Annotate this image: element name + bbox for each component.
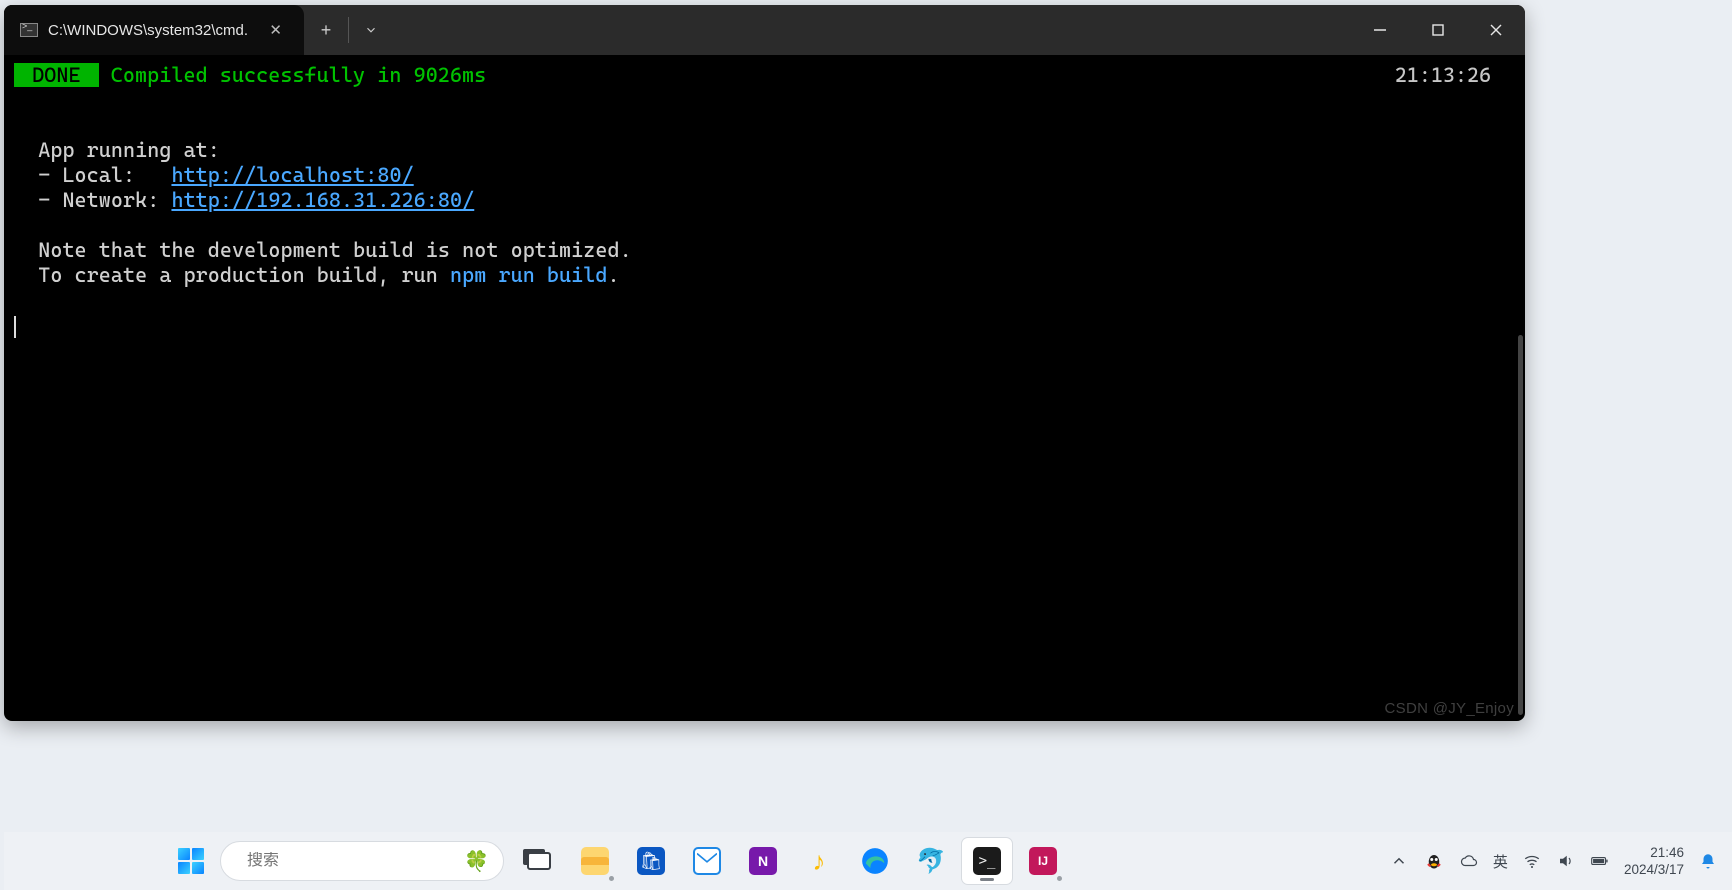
tray-overflow-button[interactable] bbox=[1389, 851, 1409, 871]
cmd-icon bbox=[20, 23, 38, 37]
notifications-button[interactable] bbox=[1698, 850, 1718, 872]
done-badge: DONE bbox=[14, 63, 99, 87]
dolphin-icon: 🐬 bbox=[917, 847, 945, 875]
speaker-icon bbox=[1557, 852, 1575, 870]
terminal-cursor bbox=[14, 316, 16, 338]
system-tray: 英 21:46 2024/3/17 bbox=[1389, 844, 1718, 878]
ime-indicator[interactable]: 英 bbox=[1493, 851, 1508, 872]
file-explorer-button[interactable] bbox=[570, 838, 620, 884]
minimize-icon bbox=[1373, 23, 1387, 37]
window-controls bbox=[1351, 5, 1525, 55]
build-timestamp: 21:13:26 bbox=[1395, 63, 1491, 87]
store-icon: 🛍 bbox=[637, 847, 665, 875]
taskbar-pinned-apps: 🛍 N ♪ 🐬 >_ IJ bbox=[514, 838, 1068, 884]
tab-title: C:\WINDOWS\system32\cmd. bbox=[48, 22, 251, 39]
qq-tray-icon[interactable] bbox=[1423, 850, 1445, 872]
close-icon bbox=[1489, 23, 1503, 37]
battery-icon bbox=[1591, 852, 1609, 870]
tab-close-button[interactable]: ✕ bbox=[261, 17, 290, 43]
new-tab-button[interactable]: + bbox=[304, 5, 348, 55]
volume-tray-icon[interactable] bbox=[1556, 851, 1576, 871]
taskbar: 🍀 🛍 N ♪ 🐬 >_ IJ 英 21:46 2024/3/17 bbox=[4, 832, 1732, 890]
onenote-button[interactable]: N bbox=[738, 838, 788, 884]
cloud-icon bbox=[1460, 852, 1478, 870]
maximize-icon bbox=[1431, 23, 1445, 37]
terminal-window: C:\WINDOWS\system32\cmd. ✕ + 21:13:26 DO… bbox=[4, 5, 1525, 721]
bell-icon bbox=[1699, 852, 1717, 870]
windows-logo-icon bbox=[178, 848, 204, 874]
note-line-1: Note that the development build is not o… bbox=[14, 238, 632, 262]
edge-icon bbox=[861, 847, 889, 875]
onedrive-tray-icon[interactable] bbox=[1459, 851, 1479, 871]
note-line-2-post: . bbox=[607, 263, 619, 287]
maximize-button[interactable] bbox=[1409, 5, 1467, 55]
dolphin-app-button[interactable]: 🐬 bbox=[906, 838, 956, 884]
music-icon: ♪ bbox=[805, 847, 833, 875]
mail-icon bbox=[693, 847, 721, 875]
clock-time: 21:46 bbox=[1624, 844, 1684, 861]
network-url-link[interactable]: http://192.168.31.226:80/ bbox=[171, 188, 474, 212]
music-app-button[interactable]: ♪ bbox=[794, 838, 844, 884]
intellij-icon: IJ bbox=[1029, 847, 1057, 875]
ms-store-button[interactable]: 🛍 bbox=[626, 838, 676, 884]
intellij-button[interactable]: IJ bbox=[1018, 838, 1068, 884]
edge-button[interactable] bbox=[850, 838, 900, 884]
titlebar: C:\WINDOWS\system32\cmd. ✕ + bbox=[4, 5, 1525, 55]
chevron-up-icon bbox=[1390, 852, 1408, 870]
minimize-button[interactable] bbox=[1351, 5, 1409, 55]
terminal-output[interactable]: DONE Compiled successfully in 9026ms App… bbox=[4, 55, 1525, 346]
wifi-tray-icon[interactable] bbox=[1522, 851, 1542, 871]
local-label: - Local: bbox=[14, 163, 171, 187]
wifi-icon bbox=[1523, 852, 1541, 870]
tab-active[interactable]: C:\WINDOWS\system32\cmd. ✕ bbox=[4, 5, 304, 55]
terminal-taskbar-button[interactable]: >_ bbox=[962, 838, 1012, 884]
terminal-icon: >_ bbox=[973, 847, 1001, 875]
taskbar-search[interactable]: 🍀 bbox=[220, 841, 504, 881]
tab-dropdown-button[interactable] bbox=[349, 5, 393, 55]
task-view-icon bbox=[527, 852, 551, 870]
app-running-line: App running at: bbox=[14, 138, 220, 162]
scrollbar[interactable] bbox=[1518, 335, 1523, 715]
battery-tray-icon[interactable] bbox=[1590, 851, 1610, 871]
mail-button[interactable] bbox=[682, 838, 732, 884]
search-decoration-icon: 🍀 bbox=[464, 849, 489, 874]
compiled-msg: Compiled successfully in 9026ms bbox=[99, 63, 487, 87]
onenote-icon: N bbox=[749, 847, 777, 875]
local-url-link[interactable]: http://localhost:80/ bbox=[171, 163, 413, 187]
note-line-2-pre: To create a production build, run bbox=[14, 263, 450, 287]
search-input[interactable] bbox=[247, 852, 454, 870]
clock-date: 2024/3/17 bbox=[1624, 861, 1684, 878]
network-label: - Network: bbox=[14, 188, 171, 212]
close-window-button[interactable] bbox=[1467, 5, 1525, 55]
chevron-down-icon bbox=[364, 23, 378, 37]
npm-run-build-cmd: npm run build bbox=[450, 263, 607, 287]
start-button[interactable] bbox=[168, 838, 214, 884]
folder-icon bbox=[581, 847, 609, 875]
taskbar-clock[interactable]: 21:46 2024/3/17 bbox=[1624, 844, 1684, 878]
task-view-button[interactable] bbox=[514, 838, 564, 884]
